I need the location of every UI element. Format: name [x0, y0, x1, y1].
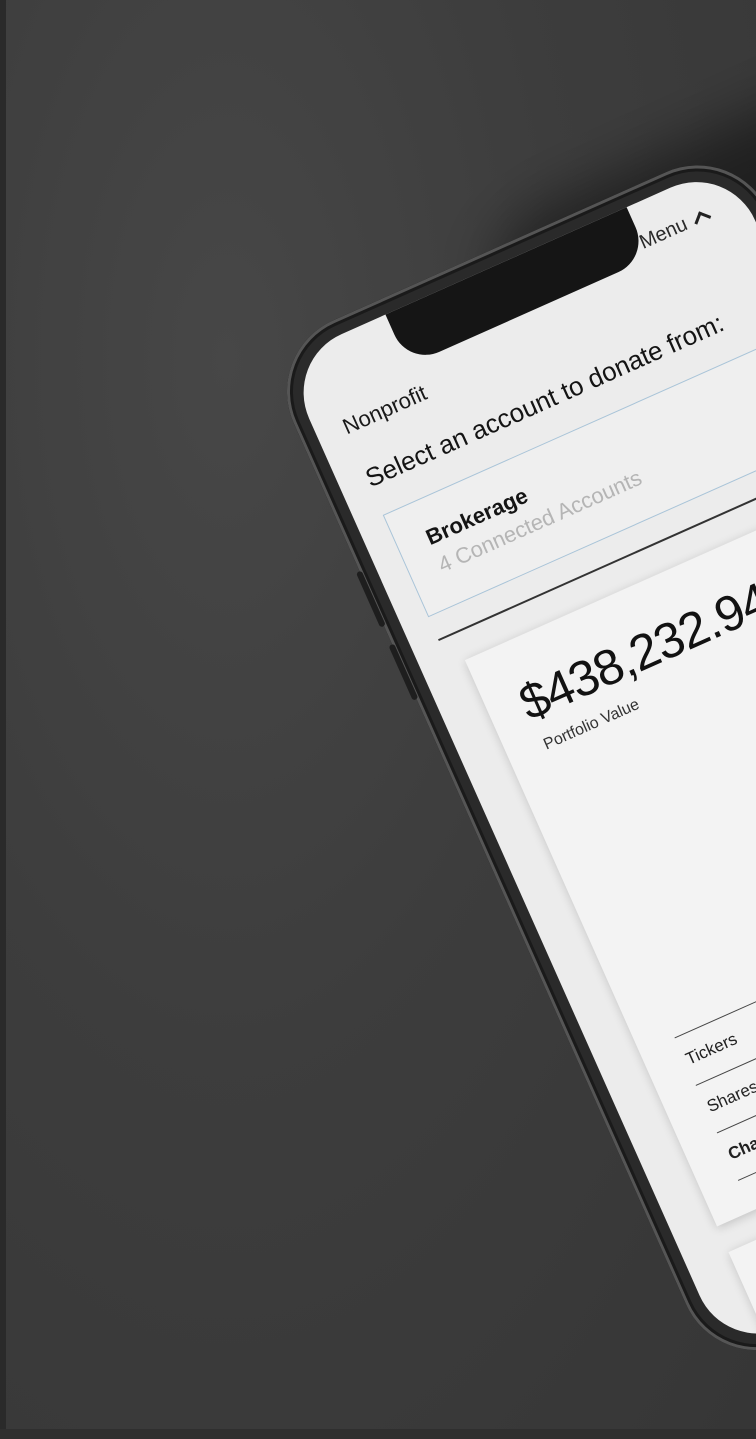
shares-row-label[interactable]: Shares	[704, 1077, 756, 1117]
smartphone: Nonprofit Menu Select an account to dona…	[262, 140, 756, 1376]
chevron-up-icon	[694, 211, 712, 229]
menu-label: Menu	[636, 213, 691, 254]
phone-screen: Nonprofit Menu Select an account to dona…	[283, 161, 756, 1355]
holding-row-label[interactable]: Charle	[725, 1125, 756, 1165]
tickers-row-label[interactable]: Tickers	[683, 1029, 741, 1069]
row-divider	[674, 866, 756, 1039]
phone-scene: Nonprofit Menu Select an account to dona…	[0, 0, 756, 1439]
menu-button[interactable]: Menu	[636, 204, 712, 255]
app-title: Nonprofit	[338, 380, 431, 440]
